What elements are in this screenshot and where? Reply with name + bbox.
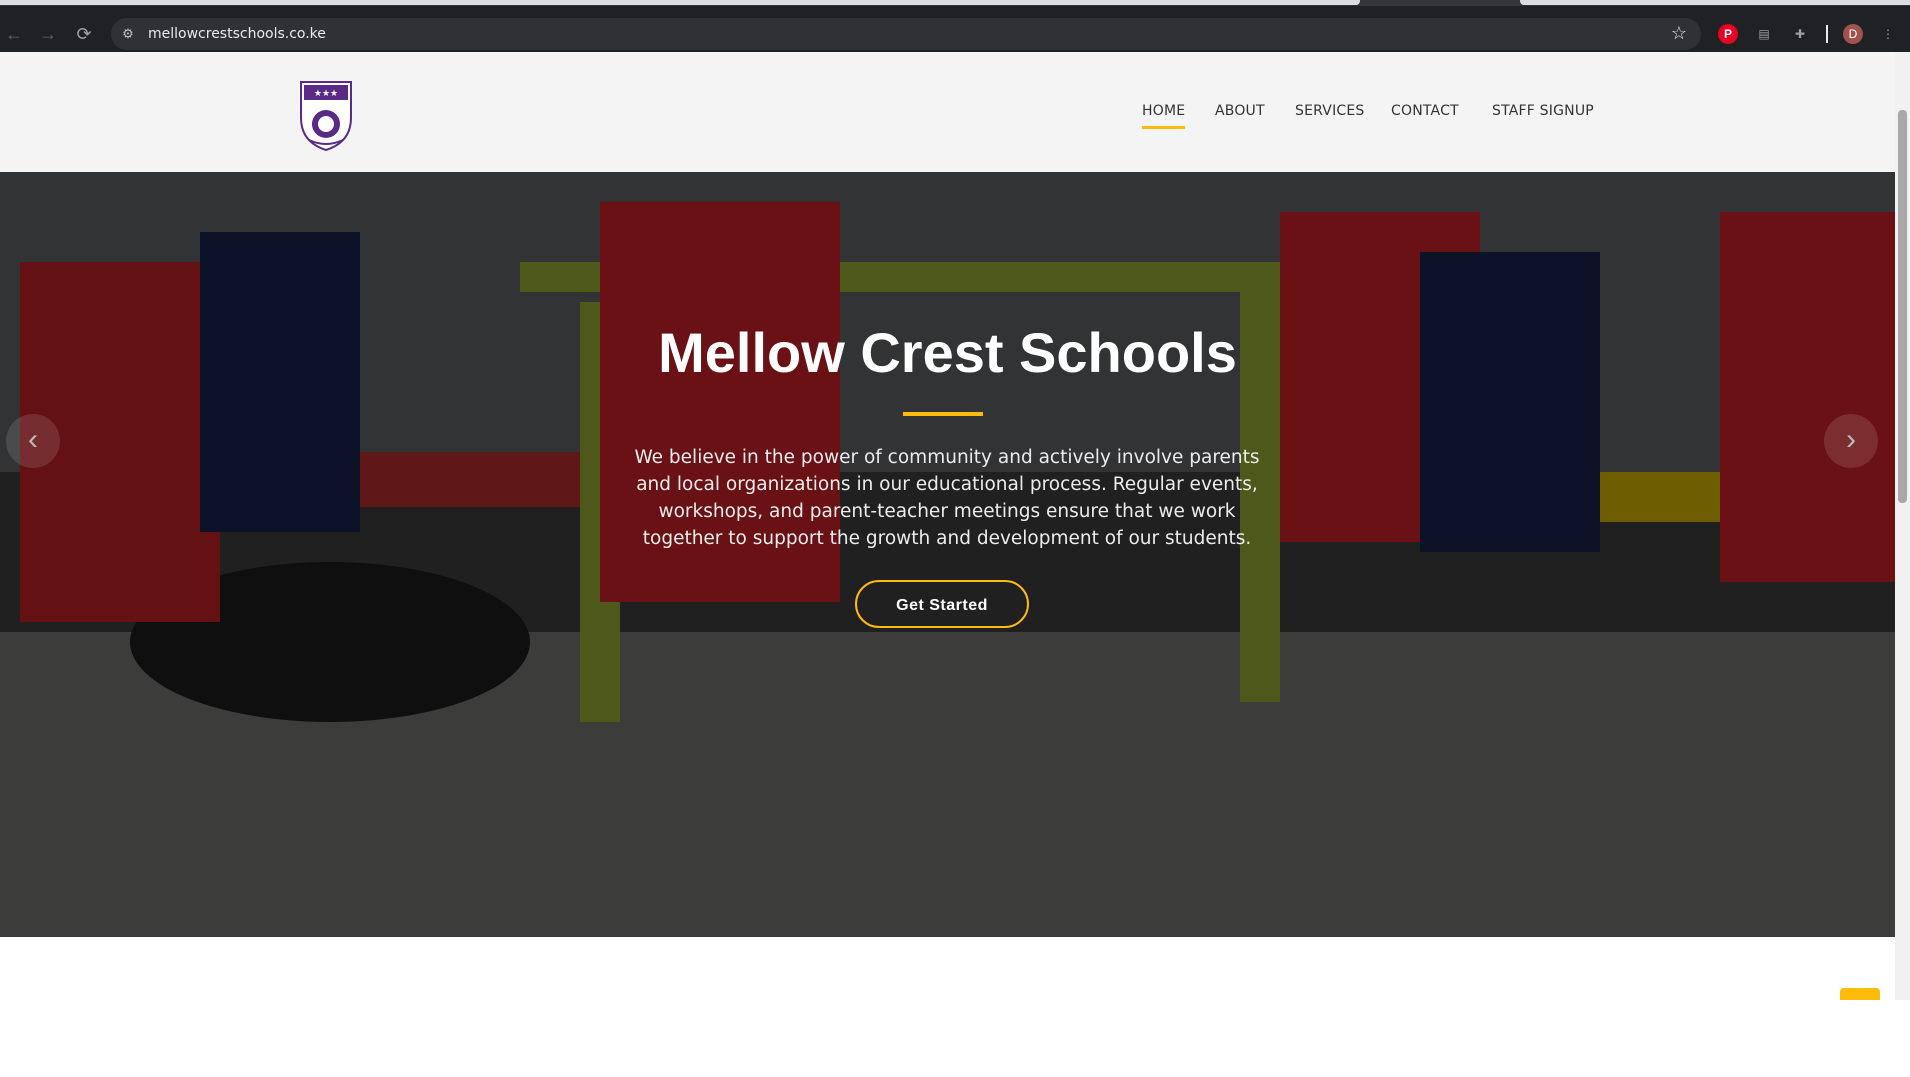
url-text[interactable]: mellowcrestschools.co.ke [148, 26, 326, 42]
hero-dark-overlay [0, 172, 1895, 937]
pinterest-extension-icon[interactable]: P [1718, 24, 1738, 44]
site-header: ★★★ HOME ABOUT SERVICES CONTACT STAFF SI… [0, 52, 1895, 172]
hero-description: We believe in the power of community and… [634, 447, 1260, 549]
hero-carousel: Mellow Crest Schools We believe in the p… [0, 172, 1895, 937]
profile-avatar[interactable]: D [1843, 24, 1863, 44]
hero-divider [903, 412, 983, 416]
carousel-prev-icon[interactable]: ‹ [6, 414, 60, 468]
reload-icon[interactable]: ⟳ [70, 20, 98, 48]
toolbar-separator [1826, 25, 1828, 43]
document-extension-icon[interactable]: ▤ [1754, 24, 1774, 44]
nav-contact[interactable]: CONTACT [1391, 103, 1459, 119]
nav-about[interactable]: ABOUT [1215, 103, 1265, 119]
page-scrollbar-thumb[interactable] [1898, 110, 1907, 503]
nav-services[interactable]: SERVICES [1295, 103, 1365, 119]
forward-icon[interactable]: → [34, 20, 62, 48]
carousel-next-icon[interactable]: › [1824, 414, 1878, 468]
browser-tab[interactable] [0, 0, 1360, 5]
back-to-top-button[interactable] [1840, 988, 1880, 1000]
bookmark-star-icon[interactable]: ☆ [1671, 23, 1687, 44]
get-started-button[interactable]: Get Started [855, 580, 1029, 628]
address-bar[interactable]: ⚙ mellowcrestschools.co.ke ☆ [111, 18, 1701, 50]
school-crest-logo[interactable]: ★★★ [295, 72, 357, 152]
site-info-icon[interactable]: ⚙ [119, 25, 137, 43]
browser-toolbar: ← → ⟳ ⚙ mellowcrestschools.co.ke ☆ P ▤ ✚… [0, 6, 1910, 52]
menu-dots-icon[interactable]: ⋮ [1878, 24, 1898, 44]
svg-text:★★★: ★★★ [314, 89, 338, 99]
back-icon[interactable]: ← [0, 20, 28, 48]
browser-tab-secondary[interactable] [1520, 0, 1910, 5]
nav-home[interactable]: HOME [1142, 103, 1186, 129]
nav-staff-signup[interactable]: STAFF SIGNUP [1492, 103, 1594, 119]
hero-title: Mellow Crest Schools [658, 321, 1237, 384]
puzzle-extension-icon[interactable]: ✚ [1790, 24, 1810, 44]
